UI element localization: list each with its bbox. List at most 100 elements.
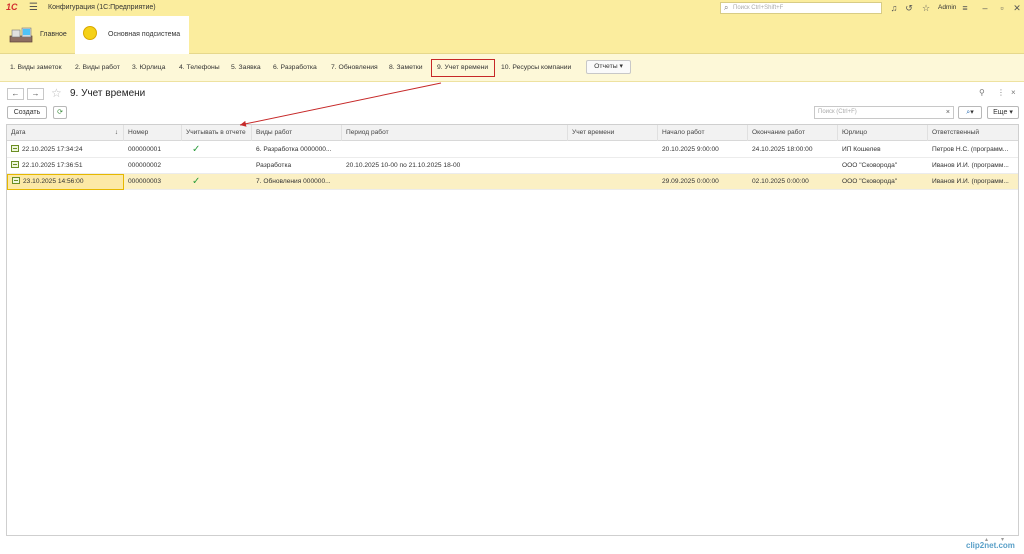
page-title: 9. Учет времени (70, 88, 146, 99)
subsystem-sun-icon (83, 26, 97, 40)
nav-item-note-types[interactable]: 1. Виды заметок (10, 64, 62, 71)
global-search-placeholder: Поиск Ctrl+Shift+F (733, 5, 784, 11)
history-icon[interactable]: ↺ (904, 3, 914, 13)
favorite-star-icon[interactable]: ☆ (51, 86, 62, 100)
nav-item-work-types[interactable]: 2. Виды работ (75, 64, 120, 71)
cell-end: 02.10.2025 0:00:00 (752, 178, 809, 185)
title-bar: 1С ☰ Конфигурация (1С:Предприятие) ⌕ Пои… (0, 0, 1024, 16)
user-name[interactable]: Admin (938, 4, 956, 11)
bell-icon[interactable]: ♫ (889, 3, 899, 13)
cell-period (342, 142, 568, 158)
search-dropdown-icon: ▾ (970, 109, 974, 116)
sections-panel: Главное Основная подсистема (0, 16, 1024, 54)
list-search-input[interactable]: Поиск (Ctrl+F) × (814, 106, 954, 119)
more-vertical-icon[interactable]: ⋮ (997, 88, 1005, 97)
table-row[interactable]: 22.10.2025 17:34:24 000000001 ✓ 6. Разра… (7, 142, 1018, 158)
nav-item-development[interactable]: 6. Разработка (273, 64, 317, 71)
close-window-icon[interactable]: ✕ (1012, 3, 1022, 13)
column-header-end[interactable]: Окончание работ (748, 125, 838, 141)
time-tracking-table[interactable]: Дата ↓ Номер Учитывать в отчете Виды раб… (6, 124, 1019, 536)
cell-date: 22.10.2025 17:36:51 (7, 158, 124, 174)
column-header-responsible[interactable]: Ответственный (928, 125, 1018, 141)
chevron-down-icon: ▾ (619, 63, 623, 70)
cell-time (568, 142, 658, 158)
create-button-label: Создать (13, 109, 41, 116)
cell-entity: ИП Кошелев (842, 146, 881, 153)
cell-include: ✓ (182, 142, 252, 158)
clear-search-icon[interactable]: × (946, 107, 950, 118)
cell-include (182, 158, 252, 174)
column-header-number[interactable]: Номер (124, 125, 182, 141)
cell-responsible: Петров Н.С. (программ... (932, 146, 1009, 153)
cell-date: 23.10.2025 14:56:00 (7, 174, 124, 190)
cell-entity: ООО "Сковорода" (842, 162, 898, 169)
watermark-logo: clip2net.com (966, 541, 1015, 550)
forward-arrow-icon[interactable]: → (27, 88, 44, 100)
reports-label: Отчеты (594, 63, 618, 70)
nav-item-phones[interactable]: 4. Телефоны (179, 64, 220, 71)
global-search-input[interactable]: ⌕ Поиск Ctrl+Shift+F (720, 2, 882, 14)
close-form-icon[interactable]: × (1011, 88, 1016, 97)
search-icon: ⌕ (724, 3, 729, 12)
table-row[interactable]: 22.10.2025 17:36:51 000000002 Разработка… (7, 158, 1018, 174)
link-icon[interactable]: ⚲ (979, 88, 985, 97)
home-icon (9, 27, 33, 43)
more-chevron-icon: ▾ (1009, 109, 1013, 116)
search-button[interactable]: ⌕▾ (958, 106, 982, 119)
section-main-label: Главное (40, 31, 67, 38)
column-header-period[interactable]: Период работ (342, 125, 568, 141)
cell-end (748, 158, 838, 174)
document-icon (11, 161, 19, 168)
more-button-label: Еще (993, 109, 1008, 116)
nav-item-legal-entities[interactable]: 3. Юрлица (132, 64, 165, 71)
cell-number: 000000001 (128, 146, 162, 153)
cell-work-type: Разработка (256, 162, 292, 169)
column-header-start[interactable]: Начало работ (658, 125, 748, 141)
cell-period: 20.10.2025 10-00 по 21.10.2025 18-00 (346, 162, 461, 169)
document-icon (11, 145, 19, 152)
favorites-star-icon[interactable]: ☆ (921, 3, 931, 13)
checkmark-icon: ✓ (192, 144, 201, 155)
restore-icon[interactable]: ▫ (997, 3, 1007, 13)
checkmark-icon: ✓ (192, 176, 201, 187)
column-header-time[interactable]: Учет времени (568, 125, 658, 141)
cell-number: 000000003 (128, 178, 162, 185)
cell-include: ✓ (182, 174, 252, 190)
section-main[interactable]: Главное (0, 16, 74, 54)
cell-responsible: Иванов И.И. (программ... (932, 178, 1009, 185)
column-header-work-type[interactable]: Виды работ (252, 125, 342, 141)
create-button[interactable]: Создать (7, 106, 47, 119)
nav-item-company-resources[interactable]: 10. Ресурсы компании (501, 64, 571, 71)
table-header: Дата ↓ Номер Учитывать в отчете Виды раб… (7, 125, 1018, 141)
sort-arrow-icon: ↓ (114, 129, 118, 136)
nav-item-time-tracking[interactable]: 9. Учет времени (437, 64, 488, 71)
cell-date-text: 22.10.2025 17:36:51 (22, 162, 83, 169)
refresh-icon[interactable]: ⟳ (53, 106, 67, 119)
cell-start: 29.09.2025 0:00:00 (662, 178, 719, 185)
table-row-selected[interactable]: 23.10.2025 14:56:00 000000003 ✓ 7. Обнов… (7, 174, 1018, 190)
cell-time (568, 158, 658, 174)
form-header: ← → ☆ 9. Учет времени ⚲ ⋮ × Создать ⟳ По… (0, 82, 1024, 122)
settings-icon[interactable]: ≡ (960, 3, 970, 13)
menu-icon[interactable]: ☰ (29, 3, 39, 13)
nav-item-request[interactable]: 5. Заявка (231, 64, 261, 71)
cell-entity: ООО "Сковорода" (842, 178, 898, 185)
app-title: Конфигурация (1С:Предприятие) (48, 4, 156, 11)
document-icon (12, 177, 20, 184)
cell-number: 000000002 (128, 162, 162, 169)
more-button[interactable]: Еще ▾ (987, 106, 1019, 119)
nav-item-updates[interactable]: 7. Обновления (331, 64, 378, 71)
cell-date: 22.10.2025 17:34:24 (7, 142, 124, 158)
column-header-entity[interactable]: Юрлицо (838, 125, 928, 141)
cell-date-text: 22.10.2025 17:34:24 (22, 146, 83, 153)
column-header-include[interactable]: Учитывать в отчете (182, 125, 252, 141)
column-header-date[interactable]: Дата ↓ (7, 125, 124, 141)
back-arrow-icon[interactable]: ← (7, 88, 24, 100)
app-logo: 1С (6, 2, 18, 12)
cell-start (658, 158, 748, 174)
section-main-subsystem[interactable]: Основная подсистема (75, 16, 189, 54)
cell-end: 24.10.2025 18:00:00 (752, 146, 813, 153)
minimize-icon[interactable]: – (980, 3, 990, 13)
reports-button[interactable]: Отчеты ▾ (586, 60, 631, 74)
nav-item-notes[interactable]: 8. Заметки (389, 64, 423, 71)
